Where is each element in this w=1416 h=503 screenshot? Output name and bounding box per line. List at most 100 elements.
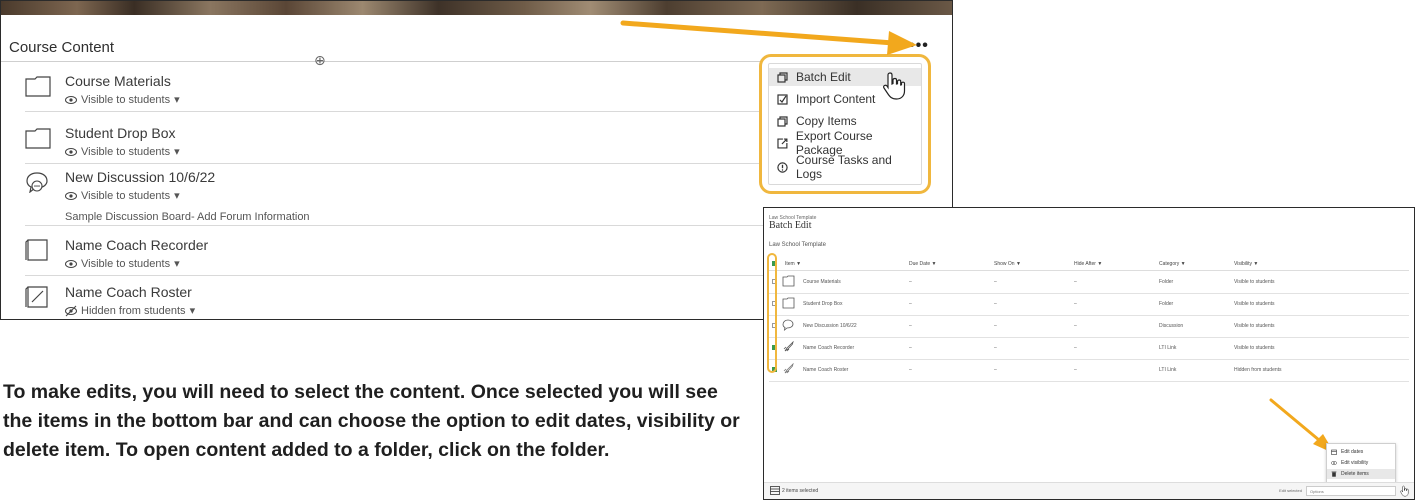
menu-item-import-content[interactable]: Import Content <box>777 90 875 108</box>
course-content-title: Course Content <box>9 39 115 56</box>
row-hide: – <box>1074 345 1077 351</box>
table-row: Course Materials – – – Folder Visible to… <box>769 271 1409 294</box>
row-due: – <box>909 367 912 373</box>
row-visibility[interactable]: Visible to students <box>1234 279 1275 285</box>
lti-link-icon <box>25 286 48 308</box>
folder-icon <box>25 128 51 149</box>
table-row: Student Drop Box – – – Folder Visible to… <box>769 293 1409 316</box>
column-header-item[interactable]: Item ▼ <box>785 261 801 267</box>
menu-item-copy-items[interactable]: Copy Items <box>777 112 857 130</box>
dropdown-caret-icon: ▾ <box>174 190 180 202</box>
dropdown-caret-icon: ▾ <box>174 94 180 106</box>
page-title: Batch Edit <box>769 220 812 231</box>
column-header-hide-after[interactable]: Hide After ▼ <box>1074 261 1102 267</box>
edit-selected-label: Edit selected <box>1279 488 1302 493</box>
visibility-toggle[interactable]: Visible to students ▾ <box>65 145 180 158</box>
row-show: – <box>994 345 997 351</box>
row-item[interactable]: Student Drop Box <box>803 301 842 307</box>
row-due: – <box>909 323 912 329</box>
visibility-toggle[interactable]: Visible to students ▾ <box>65 257 180 270</box>
content-item-title[interactable]: New Discussion 10/6/22 <box>65 169 215 185</box>
row-category: Folder <box>1159 301 1174 307</box>
row-item[interactable]: Name Coach Roster <box>803 367 848 373</box>
folder-icon <box>782 275 795 287</box>
table-row: Name Coach Recorder – – – LTI Link Visib… <box>769 337 1409 360</box>
items-selected-count: 2 items selected <box>782 488 819 494</box>
option-delete-items[interactable]: Delete items <box>1327 469 1395 479</box>
import-icon <box>777 93 788 105</box>
row-category: Discussion <box>1159 323 1184 329</box>
column-header-visibility[interactable]: Visibility ▼ <box>1234 261 1258 267</box>
visibility-toggle[interactable]: Hidden from students ▾ <box>65 304 195 317</box>
option-label: Delete items <box>1341 471 1369 477</box>
content-item-title[interactable]: Student Drop Box <box>65 125 176 141</box>
table-row: New Discussion 10/6/22 – – – Discussion … <box>769 315 1409 338</box>
menu-item-label: Copy Items <box>796 114 857 128</box>
row-show: – <box>994 367 997 373</box>
row-visibility[interactable]: Visible to students <box>1234 323 1275 329</box>
content-item-title[interactable]: Course Materials <box>65 73 171 89</box>
add-content-plus-icon[interactable]: ⊕ <box>314 53 328 67</box>
rocket-icon <box>783 341 794 352</box>
calendar-icon <box>1331 449 1337 455</box>
row-hide: – <box>1074 367 1077 373</box>
row-visibility[interactable]: Visible to students <box>1234 301 1275 307</box>
lti-link-icon <box>25 239 48 261</box>
row-category: Folder <box>1159 279 1174 285</box>
dropdown-caret-icon: ▾ <box>189 305 196 317</box>
row-item[interactable]: New Discussion 10/6/22 <box>803 323 857 329</box>
eye-icon <box>1331 461 1337 465</box>
option-edit-visibility[interactable]: Edit visibility <box>1331 458 1368 468</box>
options-select[interactable]: Options <box>1306 486 1396 496</box>
visibility-toggle[interactable]: Visible to students ▾ <box>65 93 180 106</box>
visibility-label: Visible to students <box>81 93 171 106</box>
row-hide: – <box>1074 279 1077 285</box>
table-header: Item ▼ Due Date ▼ Show On ▼ Hide After ▼… <box>769 258 1409 271</box>
row-item[interactable]: Name Coach Recorder <box>803 345 854 351</box>
row-due: – <box>909 345 912 351</box>
row-due: – <box>909 279 912 285</box>
course-banner-image <box>1 1 952 15</box>
content-item-title[interactable]: Name Coach Roster <box>65 284 192 300</box>
eye-icon <box>65 259 77 268</box>
dropdown-caret-icon: ▾ <box>174 146 180 158</box>
trash-icon <box>1331 471 1337 477</box>
eye-icon <box>65 95 77 104</box>
row-show: – <box>994 279 997 285</box>
discussion-icon <box>782 319 794 331</box>
menu-item-course-tasks-logs[interactable]: Course Tasks and Logs <box>777 153 921 181</box>
menu-item-export-course-package[interactable]: Export Course Package <box>777 129 921 157</box>
dropdown-caret-icon: ▾ <box>174 258 180 270</box>
discussion-icon <box>26 172 48 193</box>
pointer-arrow-icon <box>620 20 917 55</box>
info-icon <box>777 161 788 173</box>
options-dropdown: Edit dates Edit visibility Delete items <box>1326 443 1396 483</box>
visibility-label: Visible to students <box>81 189 171 202</box>
visibility-toggle[interactable]: Visible to students ▾ <box>65 189 180 202</box>
option-label: Edit visibility <box>1341 460 1369 466</box>
row-hide: – <box>1074 323 1077 329</box>
select-placeholder: Options <box>1310 489 1324 494</box>
row-due: – <box>909 301 912 307</box>
menu-item-label: Import Content <box>796 92 876 106</box>
eye-icon <box>65 191 77 200</box>
folder-icon <box>782 297 795 309</box>
hand-pointer-cursor-icon <box>883 72 906 100</box>
row-show: – <box>994 301 997 307</box>
row-category: LTI Link <box>1159 367 1177 373</box>
row-category: LTI Link <box>1159 345 1177 351</box>
visibility-label: Visible to students <box>81 257 171 270</box>
row-item[interactable]: Course Materials <box>803 279 841 285</box>
column-header-show-on[interactable]: Show On ▼ <box>994 261 1021 267</box>
row-visibility[interactable]: Visible to students <box>1234 345 1275 351</box>
batch-edit-screenshot: Law School Template Batch Edit Law Schoo… <box>763 207 1415 500</box>
column-header-category[interactable]: Category ▼ <box>1159 261 1186 267</box>
row-visibility[interactable]: Hidden from students <box>1234 367 1282 373</box>
eye-slash-icon <box>65 305 77 316</box>
column-header-due-date[interactable]: Due Date ▼ <box>909 261 936 267</box>
content-item-title[interactable]: Name Coach Recorder <box>65 237 208 253</box>
checkbox-highlight <box>767 253 777 373</box>
content-item-description: Sample Discussion Board- Add Forum Infor… <box>65 211 310 223</box>
option-edit-dates[interactable]: Edit dates <box>1331 447 1363 457</box>
selection-bottom-bar: 2 items selected Edit selected Options <box>764 482 1414 499</box>
